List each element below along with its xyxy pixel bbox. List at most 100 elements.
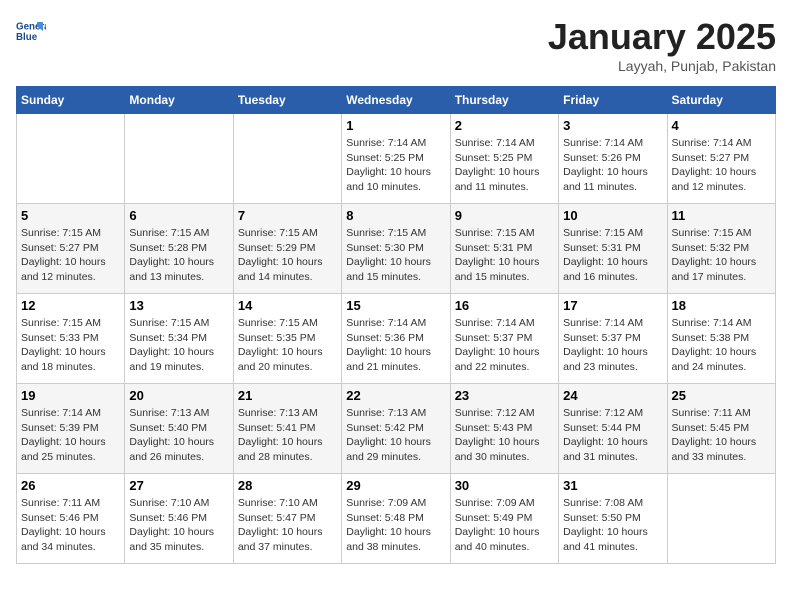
weekday-header: Wednesday — [342, 87, 450, 114]
day-number: 16 — [455, 298, 554, 313]
day-number: 2 — [455, 118, 554, 133]
day-number: 1 — [346, 118, 445, 133]
calendar-week-row: 12 Sunrise: 7:15 AM Sunset: 5:33 PM Dayli… — [17, 294, 776, 384]
title-area: January 2025 Layyah, Punjab, Pakistan — [548, 16, 776, 74]
weekday-header: Thursday — [450, 87, 558, 114]
calendar-cell: 26Sunrise: 7:11 AM Sunset: 5:46 PM Dayli… — [17, 474, 125, 564]
calendar-cell: 22 Sunrise: 7:13 AM Sunset: 5:42 PM Dayli… — [342, 384, 450, 474]
calendar-cell: 18 Sunrise: 7:14 AM Sunset: 5:38 PM Dayli… — [667, 294, 775, 384]
weekday-row: SundayMondayTuesdayWednesdayThursdayFrid… — [17, 87, 776, 114]
calendar-cell: 16 Sunrise: 7:14 AM Sunset: 5:37 PM Dayli… — [450, 294, 558, 384]
calendar-cell: 12 Sunrise: 7:15 AM Sunset: 5:33 PM Dayli… — [17, 294, 125, 384]
day-number: 29 — [346, 478, 445, 493]
day-info: Sunrise: 7:15 AM Sunset: 5:34 PM Dayligh… — [129, 316, 228, 375]
weekday-header: Sunday — [17, 87, 125, 114]
location: Layyah, Punjab, Pakistan — [548, 58, 776, 74]
day-number: 4 — [672, 118, 771, 133]
day-info: Sunrise: 7:15 AM Sunset: 5:30 PM Dayligh… — [346, 226, 445, 285]
day-number: 12 — [21, 298, 120, 313]
calendar-cell: 8 Sunrise: 7:15 AM Sunset: 5:30 PM Daylig… — [342, 204, 450, 294]
day-info: Sunrise: 7:14 AM Sunset: 5:25 PM Dayligh… — [455, 136, 554, 195]
weekday-header: Friday — [559, 87, 667, 114]
day-number: 6 — [129, 208, 228, 223]
day-info: Sunrise: 7:10 AM Sunset: 5:47 PM Dayligh… — [238, 496, 337, 555]
page-header: General Blue January 2025 Layyah, Punjab… — [16, 16, 776, 74]
day-info: Sunrise: 7:15 AM Sunset: 5:27 PM Dayligh… — [21, 226, 120, 285]
calendar-cell: 29 Sunrise: 7:09 AM Sunset: 5:48 PM Dayli… — [342, 474, 450, 564]
day-info: Sunrise: 7:14 AM Sunset: 5:37 PM Dayligh… — [563, 316, 662, 375]
calendar-cell — [125, 114, 233, 204]
day-number: 22 — [346, 388, 445, 403]
day-number: 8 — [346, 208, 445, 223]
day-number: 14 — [238, 298, 337, 313]
calendar-cell: 27Sunrise: 7:10 AM Sunset: 5:46 PM Dayli… — [125, 474, 233, 564]
day-info: Sunrise: 7:14 AM Sunset: 5:37 PM Dayligh… — [455, 316, 554, 375]
day-info: Sunrise: 7:11 AM Sunset: 5:45 PM Dayligh… — [672, 406, 771, 465]
day-number: 27 — [129, 478, 228, 493]
day-info: Sunrise: 7:13 AM Sunset: 5:42 PM Dayligh… — [346, 406, 445, 465]
calendar-cell: 30 Sunrise: 7:09 AM Sunset: 5:49 PM Dayli… — [450, 474, 558, 564]
calendar-cell: 5 Sunrise: 7:15 AM Sunset: 5:27 PM Daylig… — [17, 204, 125, 294]
calendar-cell — [233, 114, 341, 204]
calendar-week-row: 1 Sunrise: 7:14 AM Sunset: 5:25 PM Daylig… — [17, 114, 776, 204]
calendar-cell: 6 Sunrise: 7:15 AM Sunset: 5:28 PM Daylig… — [125, 204, 233, 294]
calendar-week-row: 5 Sunrise: 7:15 AM Sunset: 5:27 PM Daylig… — [17, 204, 776, 294]
calendar-cell: 1 Sunrise: 7:14 AM Sunset: 5:25 PM Daylig… — [342, 114, 450, 204]
calendar-cell: 9Sunrise: 7:15 AM Sunset: 5:31 PM Daylig… — [450, 204, 558, 294]
calendar-cell — [667, 474, 775, 564]
day-info: Sunrise: 7:09 AM Sunset: 5:48 PM Dayligh… — [346, 496, 445, 555]
day-info: Sunrise: 7:14 AM Sunset: 5:25 PM Dayligh… — [346, 136, 445, 195]
day-number: 13 — [129, 298, 228, 313]
day-number: 21 — [238, 388, 337, 403]
day-info: Sunrise: 7:12 AM Sunset: 5:43 PM Dayligh… — [455, 406, 554, 465]
day-info: Sunrise: 7:14 AM Sunset: 5:39 PM Dayligh… — [21, 406, 120, 465]
logo: General Blue — [16, 16, 48, 46]
day-number: 23 — [455, 388, 554, 403]
day-info: Sunrise: 7:15 AM Sunset: 5:35 PM Dayligh… — [238, 316, 337, 375]
calendar-cell: 25 Sunrise: 7:11 AM Sunset: 5:45 PM Dayli… — [667, 384, 775, 474]
day-number: 31 — [563, 478, 662, 493]
day-number: 20 — [129, 388, 228, 403]
day-info: Sunrise: 7:13 AM Sunset: 5:40 PM Dayligh… — [129, 406, 228, 465]
day-number: 10 — [563, 208, 662, 223]
svg-text:Blue: Blue — [16, 32, 38, 43]
calendar-table: SundayMondayTuesdayWednesdayThursdayFrid… — [16, 86, 776, 564]
calendar-cell: 10 Sunrise: 7:15 AM Sunset: 5:31 PM Dayli… — [559, 204, 667, 294]
day-number: 15 — [346, 298, 445, 313]
day-info: Sunrise: 7:14 AM Sunset: 5:38 PM Dayligh… — [672, 316, 771, 375]
day-number: 19 — [21, 388, 120, 403]
day-info: Sunrise: 7:15 AM Sunset: 5:32 PM Dayligh… — [672, 226, 771, 285]
day-number: 25 — [672, 388, 771, 403]
calendar-cell — [17, 114, 125, 204]
calendar-cell: 19 Sunrise: 7:14 AM Sunset: 5:39 PM Dayli… — [17, 384, 125, 474]
day-number: 3 — [563, 118, 662, 133]
day-number: 5 — [21, 208, 120, 223]
day-number: 7 — [238, 208, 337, 223]
calendar-cell: 15 Sunrise: 7:14 AM Sunset: 5:36 PM Dayli… — [342, 294, 450, 384]
day-info: Sunrise: 7:13 AM Sunset: 5:41 PM Dayligh… — [238, 406, 337, 465]
day-number: 24 — [563, 388, 662, 403]
day-info: Sunrise: 7:15 AM Sunset: 5:33 PM Dayligh… — [21, 316, 120, 375]
calendar-cell: 17 Sunrise: 7:14 AM Sunset: 5:37 PM Dayli… — [559, 294, 667, 384]
calendar-cell: 13 Sunrise: 7:15 AM Sunset: 5:34 PM Dayli… — [125, 294, 233, 384]
day-number: 18 — [672, 298, 771, 313]
day-info: Sunrise: 7:09 AM Sunset: 5:49 PM Dayligh… — [455, 496, 554, 555]
day-info: Sunrise: 7:15 AM Sunset: 5:31 PM Dayligh… — [563, 226, 662, 285]
calendar-week-row: 19 Sunrise: 7:14 AM Sunset: 5:39 PM Dayli… — [17, 384, 776, 474]
day-info: Sunrise: 7:14 AM Sunset: 5:36 PM Dayligh… — [346, 316, 445, 375]
day-info: Sunrise: 7:15 AM Sunset: 5:28 PM Dayligh… — [129, 226, 228, 285]
calendar-cell: 4Sunrise: 7:14 AM Sunset: 5:27 PM Daylig… — [667, 114, 775, 204]
calendar-cell: 3Sunrise: 7:14 AM Sunset: 5:26 PM Daylig… — [559, 114, 667, 204]
calendar-header: SundayMondayTuesdayWednesdayThursdayFrid… — [17, 87, 776, 114]
weekday-header: Saturday — [667, 87, 775, 114]
day-info: Sunrise: 7:11 AM Sunset: 5:46 PM Dayligh… — [21, 496, 120, 555]
calendar-week-row: 26Sunrise: 7:11 AM Sunset: 5:46 PM Dayli… — [17, 474, 776, 564]
calendar-cell: 21 Sunrise: 7:13 AM Sunset: 5:41 PM Dayli… — [233, 384, 341, 474]
calendar-cell: 2 Sunrise: 7:14 AM Sunset: 5:25 PM Daylig… — [450, 114, 558, 204]
day-info: Sunrise: 7:08 AM Sunset: 5:50 PM Dayligh… — [563, 496, 662, 555]
calendar-cell: 31 Sunrise: 7:08 AM Sunset: 5:50 PM Dayli… — [559, 474, 667, 564]
day-number: 17 — [563, 298, 662, 313]
day-number: 11 — [672, 208, 771, 223]
calendar-cell: 24Sunrise: 7:12 AM Sunset: 5:44 PM Dayli… — [559, 384, 667, 474]
day-number: 30 — [455, 478, 554, 493]
